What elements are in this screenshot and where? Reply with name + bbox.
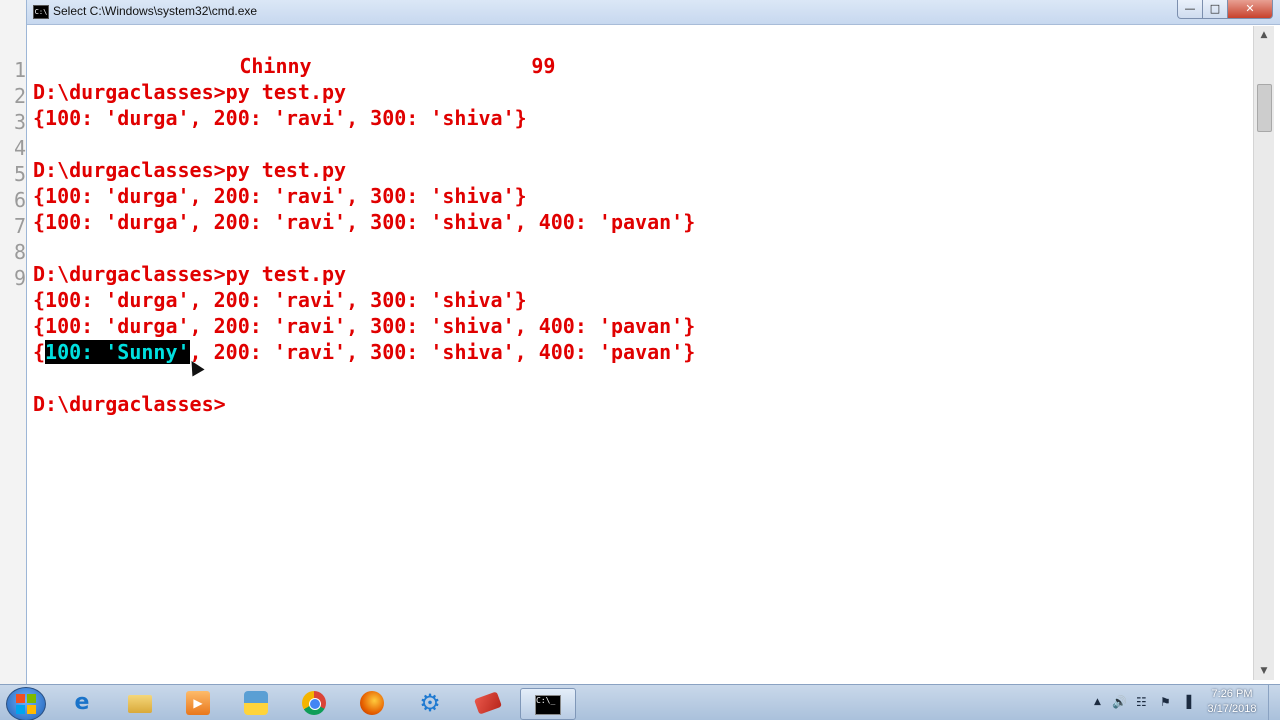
gutter-line-number: 6: [14, 188, 27, 212]
internet-explorer-icon: e: [74, 690, 90, 715]
partial-name: Chinny: [239, 54, 312, 78]
taskbar-item-cmd[interactable]: C:\_: [520, 688, 576, 720]
windows-logo-icon: [16, 694, 36, 714]
command-prompt-line: D:\durgaclasses>py test.py: [33, 80, 347, 104]
settings-gear-icon: ⚙: [419, 689, 441, 717]
cmd-icon: C:\_: [535, 695, 561, 715]
console-line-partial: Chinny: [143, 27, 311, 78]
desktop: 123456789 C:\ Select C:\Windows\system32…: [0, 0, 1280, 720]
output-line: {100: 'durga', 200: 'ravi', 300: 'shiva'…: [33, 210, 696, 234]
taskbar-item-internet-explorer[interactable]: e: [56, 688, 110, 718]
taskbar-item-file-explorer[interactable]: [114, 688, 168, 718]
taskbar-clock[interactable]: 7:26 PM 3/17/2018: [1200, 687, 1264, 719]
action-center-icon[interactable]: ⚑: [1160, 695, 1171, 709]
taskbar-item-eraser[interactable]: [462, 688, 516, 718]
output-line: {100: 'durga', 200: 'ravi', 300: 'shiva'…: [33, 314, 696, 338]
show-desktop-button[interactable]: [1268, 685, 1280, 720]
gutter-line-number: 4: [14, 136, 27, 160]
taskbar-item-settings-gear[interactable]: ⚙: [404, 688, 458, 718]
output-line: {100: 'durga', 200: 'ravi', 300: 'shiva'…: [33, 106, 527, 130]
scroll-down-arrow-icon[interactable]: ▼: [1254, 662, 1274, 680]
current-prompt[interactable]: D:\durgaclasses>: [33, 391, 226, 417]
python-file-icon: [244, 691, 268, 715]
system-tray: ▲ 🔊 ☷ ⚑ ▐: [1088, 685, 1208, 720]
selected-line-after: , 200: 'ravi', 300: 'shiva', 400: 'pavan…: [189, 340, 696, 364]
start-button[interactable]: [6, 687, 46, 720]
console-line-partial-value: 99: [435, 27, 555, 78]
taskbar-item-firefox[interactable]: [346, 688, 400, 718]
minimize-button[interactable]: —: [1177, 0, 1203, 19]
output-line: {100: 'durga', 200: 'ravi', 300: 'shiva'…: [33, 288, 527, 312]
eraser-icon: [473, 691, 503, 715]
partial-value: 99: [531, 54, 556, 78]
network-icon[interactable]: ☷: [1136, 695, 1147, 709]
show-hidden-icons-icon[interactable]: ▲: [1094, 697, 1101, 707]
clock-time: 7:26 PM: [1211, 688, 1253, 700]
cmd-window[interactable]: C:\ Select C:\Windows\system32\cmd.exe —…: [26, 0, 1280, 684]
background-editor-gutter: 123456789: [0, 0, 27, 684]
window-title: Select C:\Windows\system32\cmd.exe: [53, 4, 258, 18]
scroll-up-arrow-icon[interactable]: ▲: [1254, 26, 1274, 44]
selected-line-before: {: [33, 340, 46, 364]
close-button[interactable]: ✕: [1227, 0, 1273, 19]
firefox-icon: [360, 691, 384, 715]
title-bar[interactable]: C:\ Select C:\Windows\system32\cmd.exe —…: [27, 0, 1280, 25]
taskbar-item-chrome[interactable]: [288, 688, 342, 718]
selected-line-selected[interactable]: 100: 'Sunny': [45, 340, 190, 364]
gutter-line-number: 2: [14, 84, 27, 108]
command-prompt-line: D:\durgaclasses>py test.py: [33, 262, 347, 286]
output-line: {100: 'durga', 200: 'ravi', 300: 'shiva'…: [33, 184, 527, 208]
cmd-window-icon[interactable]: C:\: [33, 5, 49, 19]
signal-icon[interactable]: ▐: [1182, 695, 1191, 709]
chrome-icon: [302, 691, 326, 715]
scroll-thumb[interactable]: [1257, 84, 1272, 132]
taskbar-item-python-file[interactable]: [230, 688, 284, 718]
gutter-line-number: 9: [14, 266, 27, 290]
taskbar-item-media-player[interactable]: ▶: [172, 688, 226, 718]
file-explorer-icon: [128, 695, 152, 713]
output-line-selected[interactable]: {100: 'Sunny', 200: 'ravi', 300: 'shiva'…: [33, 339, 695, 365]
command-prompt-line: D:\durgaclasses>py test.py: [33, 158, 347, 182]
media-player-icon: ▶: [186, 691, 210, 715]
maximize-button[interactable]: □: [1202, 0, 1228, 19]
clock-date: 3/17/2018: [1207, 703, 1257, 715]
taskbar: ▲ 🔊 ☷ ⚑ ▐ 7:26 PM 3/17/2018 e ▶ ⚙ C:\_: [0, 684, 1280, 720]
gutter-line-number: 5: [14, 162, 27, 186]
gutter-line-number: 1: [14, 58, 27, 82]
gutter-line-number: 8: [14, 240, 27, 264]
console-output[interactable]: Chinny 99 D:\durgaclasses>py test.py {100…: [33, 26, 1251, 676]
gutter-line-number: 7: [14, 214, 27, 238]
gutter-line-number: 3: [14, 110, 27, 134]
volume-icon[interactable]: 🔊: [1112, 695, 1127, 709]
vertical-scrollbar[interactable]: ▲ ▼: [1253, 26, 1274, 680]
